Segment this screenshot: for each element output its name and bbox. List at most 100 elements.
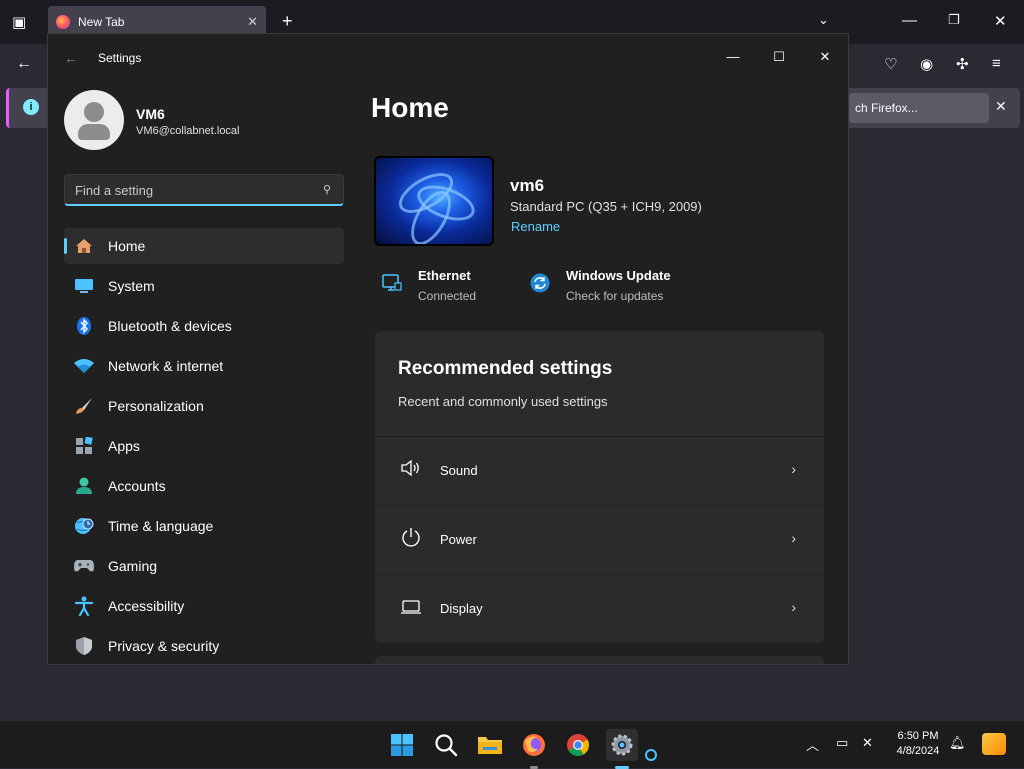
nav-item-home[interactable]: Home — [64, 228, 344, 264]
apps-icon — [74, 436, 94, 456]
settings-search-box: ⚲ — [64, 174, 344, 206]
display-icon — [400, 599, 422, 619]
settings-minimize-icon[interactable]: — — [710, 42, 756, 72]
nav-item-label: Network & internet — [108, 358, 224, 374]
status-title: Ethernet — [418, 268, 471, 283]
settings-app-title: Settings — [98, 51, 142, 65]
nav-item-time-language[interactable]: Time & language — [64, 508, 344, 544]
network-tray-icon[interactable]: ▭ — [836, 735, 848, 751]
globe-clock-icon — [74, 516, 94, 536]
brush-icon — [74, 396, 94, 416]
taskbar: ︿ ▭ ✕ 6:50 PM 4/8/2024 🔔︎ — [0, 720, 1024, 769]
nav-item-privacy-security[interactable]: Privacy & security — [64, 628, 344, 664]
chevron-right-icon: › — [791, 530, 796, 546]
wifi-icon — [74, 356, 94, 376]
clock-time: 6:50 PM — [897, 730, 939, 742]
browser-minimize-icon[interactable]: — — [902, 12, 917, 29]
browser-restore-icon[interactable]: ❐ — [948, 12, 960, 28]
recommended-item-label: Power — [440, 532, 477, 547]
windows-update-icon — [529, 273, 551, 295]
search-icon[interactable] — [430, 729, 462, 761]
shield-icon — [74, 636, 94, 656]
recommended-item-display[interactable]: Display › — [375, 574, 824, 642]
rename-link[interactable]: Rename — [511, 219, 560, 234]
nav-item-apps[interactable]: Apps — [64, 428, 344, 464]
recommended-item-sound[interactable]: Sound › — [375, 436, 824, 504]
accessibility-icon — [74, 596, 94, 616]
status-subtitle: Connected — [418, 289, 477, 303]
browser-back-icon[interactable]: ← — [16, 55, 32, 73]
device-wallpaper-image[interactable] — [374, 156, 494, 246]
notification-close-icon[interactable]: ✕ — [995, 98, 1007, 115]
recommended-title: Recommended settings — [398, 358, 613, 379]
settings-maximize-icon[interactable]: ☐ — [756, 42, 802, 72]
recommended-settings-card: Recommended settings Recent and commonly… — [375, 331, 824, 643]
avatar-head-shape — [84, 102, 104, 122]
file-explorer-icon[interactable] — [474, 729, 506, 761]
account-icon[interactable]: ◉ — [920, 55, 933, 73]
page-title: Home — [371, 92, 449, 123]
device-spec: Standard PC (Q35 + ICH9, 2009) — [510, 199, 702, 214]
nav-item-label: Bluetooth & devices — [108, 318, 232, 334]
power-icon — [400, 527, 422, 552]
settings-nav: Home System Bluetooth & devices Network … — [64, 228, 344, 664]
busy-cursor-icon — [645, 749, 657, 761]
extensions-icon[interactable]: ✣ — [956, 55, 969, 73]
speaker-icon — [400, 459, 422, 481]
recommended-item-label: Sound — [440, 463, 478, 478]
tray-chevron-up-icon[interactable]: ︿ — [806, 735, 819, 754]
gamepad-icon — [74, 556, 94, 576]
nav-item-bluetooth[interactable]: Bluetooth & devices — [64, 308, 344, 344]
nav-item-label: System — [108, 278, 155, 294]
settings-titlebar: ← Settings — ☐ ✕ — [48, 34, 848, 82]
nav-item-system[interactable]: System — [64, 268, 344, 304]
notification-bell-icon[interactable]: 🔔︎ — [949, 735, 966, 751]
settings-back-icon[interactable]: ← — [64, 50, 78, 66]
tab-close-icon[interactable]: ✕ — [247, 14, 258, 30]
recommended-subtitle: Recent and commonly used settings — [398, 394, 608, 409]
firefox-icon[interactable] — [518, 729, 550, 769]
chrome-icon[interactable] — [562, 729, 594, 761]
avatar[interactable] — [64, 90, 124, 150]
taskbar-clock[interactable]: 6:50 PM 4/8/2024 — [890, 729, 946, 759]
notification-action-button[interactable]: ch Firefox... — [849, 93, 989, 123]
chevron-right-icon: › — [791, 599, 796, 615]
browser-menu-icon[interactable]: ≡ — [992, 55, 1001, 72]
status-subtitle: Check for updates — [566, 289, 664, 303]
pocket-icon[interactable]: ♡ — [884, 55, 897, 73]
nav-item-network[interactable]: Network & internet — [64, 348, 344, 384]
nav-item-label: Personalization — [108, 398, 204, 414]
bluetooth-icon — [74, 316, 94, 336]
clock-date: 4/8/2024 — [896, 745, 940, 757]
search-input[interactable] — [75, 181, 305, 199]
volume-muted-tray-icon[interactable]: ✕ — [862, 735, 873, 751]
home-icon — [74, 236, 94, 256]
copilot-pre-icon[interactable] — [982, 733, 1006, 755]
settings-close-icon[interactable]: ✕ — [802, 42, 848, 72]
nav-item-label: Privacy & security — [108, 638, 220, 654]
recommended-item-power[interactable]: Power › — [375, 505, 824, 573]
nav-item-label: Apps — [108, 438, 140, 454]
nav-item-accessibility[interactable]: Accessibility — [64, 588, 344, 624]
nav-item-label: Accounts — [108, 478, 166, 494]
info-icon: i — [23, 99, 39, 115]
tab-overview-icon[interactable]: ▣ — [12, 13, 26, 31]
profile-email: VM6@collabnet.local — [136, 125, 240, 137]
nav-item-accounts[interactable]: Accounts — [64, 468, 344, 504]
browser-close-icon[interactable]: ✕ — [994, 12, 1007, 30]
settings-gear-icon[interactable] — [606, 729, 638, 769]
nav-item-personalization[interactable]: Personalization — [64, 388, 344, 424]
system-icon — [74, 276, 94, 296]
next-card-edge — [375, 656, 824, 664]
nav-item-gaming[interactable]: Gaming — [64, 548, 344, 584]
nav-item-label: Time & language — [108, 518, 214, 534]
new-tab-button[interactable]: + — [282, 11, 293, 32]
settings-window: ← Settings — ☐ ✕ VM6 VM6@collabnet.local… — [47, 33, 849, 665]
firefox-favicon-icon — [56, 15, 70, 29]
nav-item-label: Gaming — [108, 558, 158, 574]
nav-item-label: Home — [108, 238, 146, 254]
search-icon[interactable]: ⚲ — [323, 183, 331, 196]
tab-list-chevron-icon[interactable]: ⌄ — [818, 12, 829, 28]
browser-tab-title: New Tab — [78, 15, 125, 29]
start-icon[interactable] — [386, 729, 418, 761]
